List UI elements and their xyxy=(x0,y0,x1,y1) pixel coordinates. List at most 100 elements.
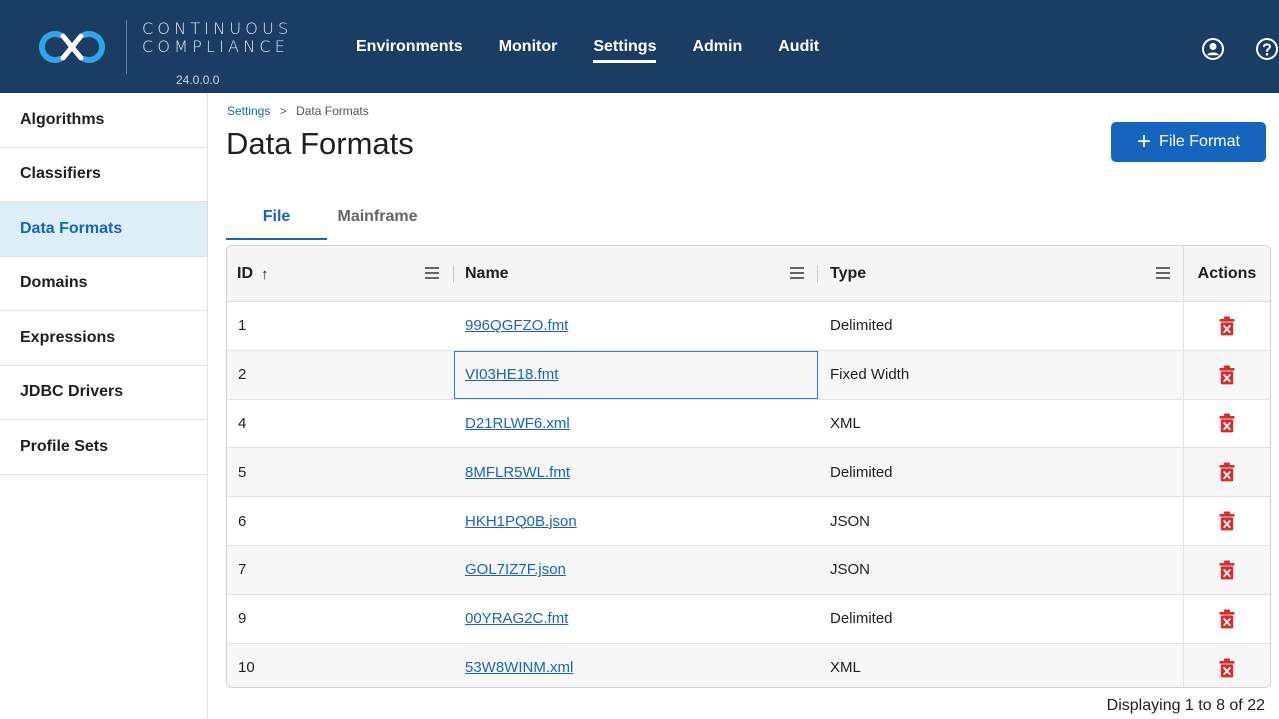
row-name-cell: D21RLWF6.xml xyxy=(454,400,818,448)
row-type: JSON xyxy=(830,561,871,579)
row-id: 1 xyxy=(238,317,247,335)
table-row: 6 HKH1PQ0B.json JSON xyxy=(227,497,1270,546)
nav-settings[interactable]: Settings xyxy=(593,38,657,63)
column-header-actions: Actions xyxy=(1183,246,1270,302)
table-row: 7 GOL7IZ7F.json JSON xyxy=(227,545,1270,595)
sidebar-item-data-formats[interactable]: Data Formats xyxy=(0,202,207,257)
nav-admin[interactable]: Admin xyxy=(692,38,742,56)
column-type-label: Type xyxy=(830,265,867,282)
row-type: Fixed Width xyxy=(830,366,910,384)
sidebar-item-jdbc-drivers[interactable]: JDBC Drivers xyxy=(0,366,207,420)
row-actions xyxy=(1183,594,1270,643)
add-file-format-label: File Format xyxy=(1159,133,1240,150)
file-format-link[interactable]: 8MFLR5WL.fmt xyxy=(465,464,570,481)
sidebar-item-domains[interactable]: Domains xyxy=(0,257,207,311)
row-name-cell: 00YRAG2C.fmt xyxy=(454,595,818,643)
tab-mainframe[interactable]: Mainframe xyxy=(327,204,428,242)
file-format-link[interactable]: GOL7IZ7F.json xyxy=(465,561,566,578)
table-row: 9 00YRAG2C.fmt Delimited xyxy=(227,594,1270,644)
row-name-cell: 8MFLR5WL.fmt xyxy=(454,448,818,496)
hamburger-menu-icon[interactable] xyxy=(789,266,805,280)
row-actions xyxy=(1183,643,1270,687)
column-id-label: ID xyxy=(237,265,253,282)
file-format-link[interactable]: VI03HE18.fmt xyxy=(465,366,558,383)
hamburger-menu-icon[interactable] xyxy=(424,266,440,280)
breadcrumb-separator: > xyxy=(279,104,287,118)
trash-icon[interactable] xyxy=(1219,511,1235,531)
file-format-link[interactable]: HKH1PQ0B.json xyxy=(465,513,577,530)
column-actions-label: Actions xyxy=(1197,265,1257,282)
trash-icon[interactable] xyxy=(1219,609,1235,629)
row-type: XML xyxy=(830,659,861,677)
trash-icon[interactable] xyxy=(1219,560,1235,580)
sidebar-item-profile-sets[interactable]: Profile Sets xyxy=(0,420,207,475)
table-body: 1 996QGFZO.fmt Delimited 2 VI03HE18.fmt … xyxy=(227,302,1270,687)
sidebar-item-algorithms[interactable]: Algorithms xyxy=(0,93,207,148)
trash-icon[interactable] xyxy=(1219,658,1235,678)
trash-icon[interactable] xyxy=(1219,316,1235,336)
help-circle-icon[interactable] xyxy=(1255,37,1279,61)
row-type: Delimited xyxy=(830,317,893,335)
sidebar-item-classifiers[interactable]: Classifiers xyxy=(0,148,207,202)
brand-divider xyxy=(126,20,127,74)
file-format-link[interactable]: D21RLWF6.xml xyxy=(465,415,570,432)
table-row: 1 996QGFZO.fmt Delimited xyxy=(227,302,1270,351)
column-name-label: Name xyxy=(465,265,509,282)
row-name-cell: VI03HE18.fmt xyxy=(454,351,818,399)
breadcrumb-settings-link[interactable]: Settings xyxy=(227,104,270,118)
row-id: 7 xyxy=(238,561,247,579)
nav-environments[interactable]: Environments xyxy=(356,38,463,56)
row-id: 4 xyxy=(238,414,247,432)
plus-icon: + xyxy=(1137,128,1152,155)
table-header: ID ↑ Name Type Actions xyxy=(227,246,1270,302)
row-type: Delimited xyxy=(830,463,893,481)
data-formats-table: ID ↑ Name Type Actions 1 996QGFZO.fmt De… xyxy=(226,245,1271,688)
brand-line-1: CONTINUOUS xyxy=(142,19,293,38)
trash-icon[interactable] xyxy=(1219,462,1235,482)
column-header-name[interactable]: Name xyxy=(454,246,818,302)
row-actions xyxy=(1183,399,1270,448)
row-actions xyxy=(1183,302,1270,350)
app-version: 24.0.0.0 xyxy=(176,73,220,87)
pagination-status: Displaying 1 to 8 of 22 xyxy=(1106,697,1265,714)
file-format-link[interactable]: 53W8WINM.xml xyxy=(465,659,573,676)
page-title: Data Formats xyxy=(226,126,414,161)
hamburger-menu-icon[interactable] xyxy=(1155,266,1171,280)
row-name-cell: HKH1PQ0B.json xyxy=(454,497,818,545)
row-actions xyxy=(1183,350,1270,399)
row-id: 6 xyxy=(238,512,247,530)
brand-name: CONTINUOUS COMPLIANCE xyxy=(142,20,292,56)
row-name-cell: GOL7IZ7F.json xyxy=(454,546,818,594)
row-actions xyxy=(1183,448,1270,497)
file-format-link[interactable]: 00YRAG2C.fmt xyxy=(465,610,568,627)
trash-icon[interactable] xyxy=(1219,413,1235,433)
sidebar-item-expressions[interactable]: Expressions xyxy=(0,311,207,366)
row-actions xyxy=(1183,497,1270,545)
row-name-cell: 53W8WINM.xml xyxy=(454,644,818,687)
top-navigation-bar: CONTINUOUS COMPLIANCE 24.0.0.0 Environme… xyxy=(0,0,1279,93)
row-id: 2 xyxy=(238,366,247,384)
settings-sidebar: Algorithms Classifiers Data Formats Doma… xyxy=(0,93,208,719)
table-row: 10 53W8WINM.xml XML xyxy=(227,643,1270,687)
add-file-format-button[interactable]: + File Format xyxy=(1111,122,1266,162)
row-id: 10 xyxy=(238,659,255,677)
file-format-link[interactable]: 996QGFZO.fmt xyxy=(465,317,568,334)
row-actions xyxy=(1183,545,1270,594)
row-id: 9 xyxy=(238,610,247,628)
main-nav: Environments Monitor Settings Admin Audi… xyxy=(356,38,855,63)
format-tabs: File Mainframe xyxy=(226,204,428,242)
column-header-id[interactable]: ID ↑ xyxy=(227,246,454,302)
row-name-cell: 996QGFZO.fmt xyxy=(454,302,818,350)
nav-audit[interactable]: Audit xyxy=(778,38,819,56)
trash-icon[interactable] xyxy=(1219,365,1235,385)
tab-file[interactable]: File xyxy=(226,204,327,242)
sort-ascending-icon: ↑ xyxy=(261,265,269,283)
nav-monitor[interactable]: Monitor xyxy=(499,38,558,56)
row-id: 5 xyxy=(238,463,247,481)
breadcrumb-current: Data Formats xyxy=(296,104,369,118)
brand-line-2: COMPLIANCE xyxy=(142,37,290,56)
column-header-type[interactable]: Type xyxy=(818,246,1183,302)
user-circle-icon[interactable] xyxy=(1201,37,1225,61)
table-row: 4 D21RLWF6.xml XML xyxy=(227,399,1270,449)
continuous-compliance-logo[interactable] xyxy=(36,27,108,67)
